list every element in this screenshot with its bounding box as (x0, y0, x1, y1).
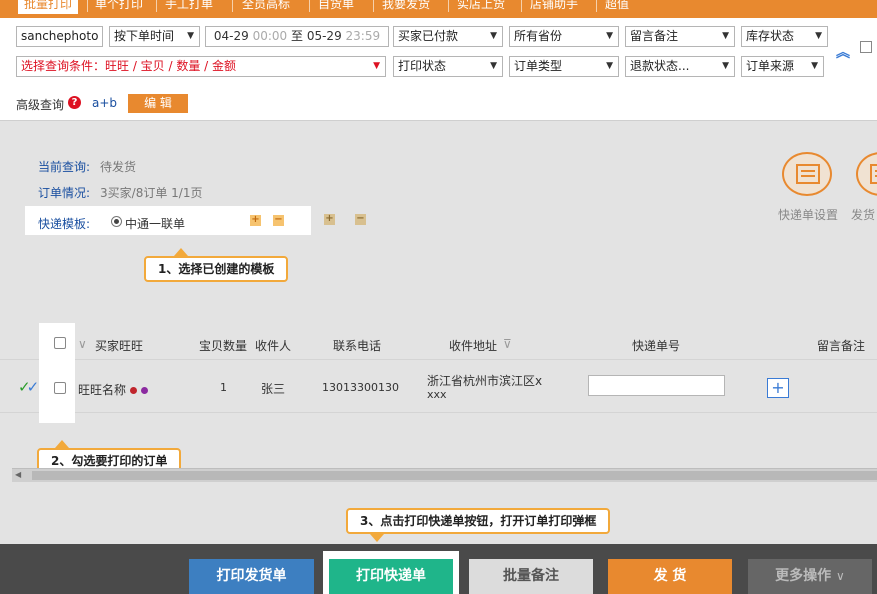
col-qty: 宝贝数量 (199, 339, 248, 353)
payment-status-select[interactable]: 买家已付款 ▼ (393, 26, 503, 47)
top-checkbox[interactable] (860, 41, 872, 53)
col-address: 收件地址 (449, 339, 498, 353)
col-buyer: 买家旺旺 (95, 339, 144, 353)
chevron-down-icon: ∨ (836, 569, 845, 583)
callout-step-1: 1、选择已创建的模板 (144, 256, 289, 282)
add-remark-icon[interactable]: + (767, 378, 789, 398)
dropdown-arrow-icon: ▼ (490, 61, 497, 71)
tab-nav-4[interactable]: 全员高标 (242, 0, 290, 14)
tab-single-print[interactable]: 单个打印 (95, 0, 143, 14)
date-range-field[interactable]: 04-29 00:00 至 05-29 23:59 (205, 26, 389, 47)
template-add-icon[interactable]: + (250, 215, 261, 226)
express-settings-icon[interactable] (782, 152, 832, 196)
col-recipient: 收件人 (255, 339, 292, 353)
template-remove-icon[interactable]: − (273, 215, 284, 226)
order-time-select[interactable]: 按下单时间 ▼ (109, 26, 200, 47)
tab-nav-7[interactable]: 实店上货 (457, 0, 505, 14)
row-recipient: 张三 (261, 382, 286, 396)
col-phone: 联系电话 (333, 339, 382, 353)
dropdown-arrow-icon: ▼ (187, 31, 194, 41)
row-checkbox[interactable] (54, 382, 66, 394)
dropdown-arrow-icon: ▼ (815, 31, 822, 41)
minus-icon[interactable]: − (355, 214, 366, 225)
help-icon[interactable]: ? (68, 96, 81, 109)
status-check-icon: ✓✓ (18, 378, 39, 396)
ship-settings-label[interactable]: 发货 (851, 206, 875, 223)
template-radio[interactable] (111, 216, 122, 227)
query-condition-select[interactable]: 选择查询条件：旺旺 / 宝贝 / 数量 / 金额 ▼ (16, 56, 386, 77)
order-info: 订单情况: 3买家/8订单 1/1页 (38, 186, 203, 200)
refund-status-select[interactable]: 退款状态... ▼ (625, 56, 735, 77)
print-express-button[interactable]: 打印快递单 (329, 559, 453, 594)
plus-icon[interactable]: + (324, 214, 335, 225)
advanced-query-value: a+b (92, 96, 118, 110)
dropdown-arrow-icon: ▼ (606, 31, 613, 41)
tab-batch-print[interactable]: 批量打印 (18, 0, 79, 14)
scroll-left-icon[interactable]: ◀ (15, 470, 21, 479)
row-address-line2: xxx (427, 388, 447, 401)
ship-button[interactable]: 发 货 (608, 559, 732, 594)
dropdown-arrow-icon: ▼ (811, 61, 818, 71)
filter-icon[interactable]: ⊽ (503, 337, 512, 351)
tab-nav-5[interactable]: 自货单 (318, 0, 354, 14)
batch-remark-button[interactable]: 批量备注 (469, 559, 593, 594)
buyer-input[interactable] (16, 26, 103, 47)
dropdown-arrow-icon: ▼ (490, 31, 497, 41)
advanced-query-label: 高级查询 (16, 98, 65, 112)
order-source-select[interactable]: 订单来源 ▼ (741, 56, 824, 77)
express-settings-label[interactable]: 快递单设置 (778, 206, 838, 223)
dropdown-arrow-icon: ▼ (722, 61, 729, 71)
tab-nav-6[interactable]: 我要发货 (382, 0, 430, 14)
template-name[interactable]: 中通一联单 (125, 215, 185, 232)
remark-select[interactable]: 留言备注 ▼ (625, 26, 735, 47)
col-remark: 留言备注 (817, 339, 866, 353)
purple-dot-icon (141, 387, 149, 394)
stock-status-select[interactable]: 库存状态 ▼ (741, 26, 828, 47)
tab-nav-8[interactable]: 店铺助手 (530, 0, 578, 14)
order-type-select[interactable]: 订单类型 ▼ (509, 56, 619, 77)
print-invoice-button[interactable]: 打印发货单 (189, 559, 314, 594)
dropdown-arrow-icon: ▼ (606, 61, 613, 71)
tab-nav-9[interactable]: 超值 (605, 0, 629, 14)
dropdown-arrow-icon: ▼ (373, 61, 380, 71)
red-dot-icon (130, 387, 138, 394)
dropdown-arrow-icon: ▼ (722, 31, 729, 41)
callout-step-3: 3、点击打印快递单按钮，打开订单打印弹框 (346, 508, 611, 534)
current-query: 当前查询: 待发货 (38, 160, 137, 174)
row-phone: 13013300130 (322, 381, 399, 394)
tab-manual-order[interactable]: 手工打单 (165, 0, 213, 14)
edit-button[interactable]: 编 辑 (128, 94, 188, 113)
top-nav: 批量打印 单个打印 手工打单 全员高标 自货单 我要发货 实店上货 店铺助手 超… (0, 0, 877, 18)
scrollbar-thumb[interactable] (32, 471, 877, 480)
row-buyer: 旺旺名称 (78, 381, 149, 398)
tracking-number-input[interactable] (588, 375, 725, 396)
col-tracking: 快递单号 (632, 339, 681, 353)
row-qty: 1 (220, 381, 227, 394)
more-actions-button[interactable]: 更多操作 ∨ (748, 559, 872, 594)
select-all-checkbox[interactable] (54, 337, 66, 349)
row-address-line1: 浙江省杭州市滨江区x (427, 374, 543, 388)
print-status-select[interactable]: 打印状态 ▼ (393, 56, 503, 77)
sort-chevron-icon[interactable]: ∨ (78, 337, 87, 351)
express-template-label: 快递模板: (38, 217, 91, 231)
collapse-chevron-up-icon[interactable]: ︽ (836, 42, 850, 62)
buyer-input-field[interactable] (21, 27, 102, 46)
province-select[interactable]: 所有省份 ▼ (509, 26, 619, 47)
